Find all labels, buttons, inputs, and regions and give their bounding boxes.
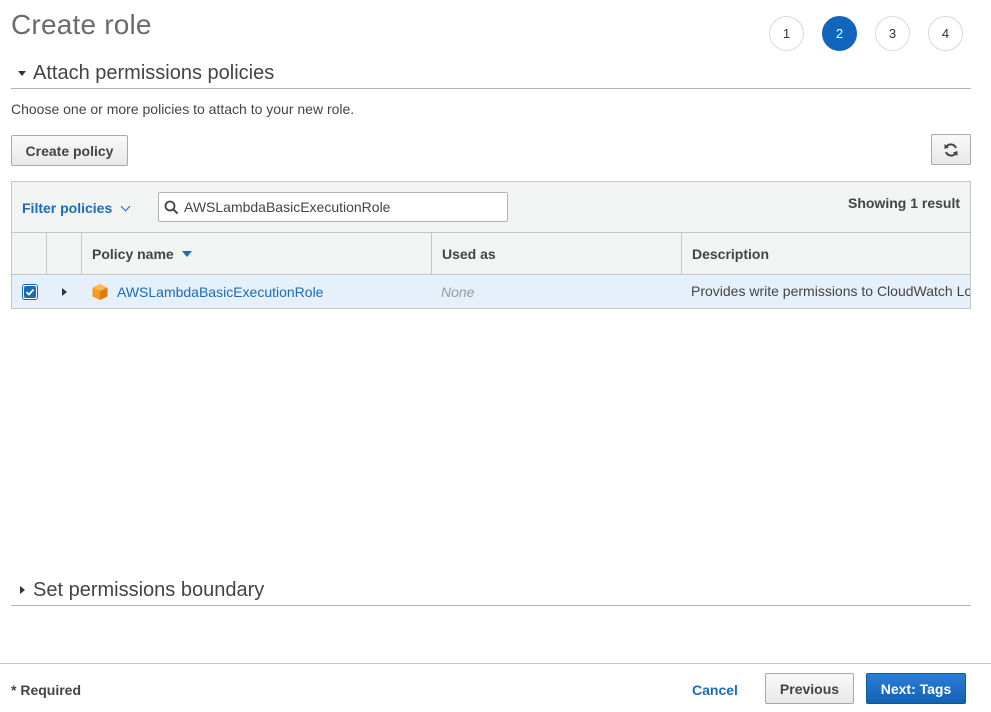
table-header: Policy name Used as Description	[12, 233, 970, 275]
wizard-steps: 1 2 3 4	[769, 16, 963, 51]
header-checkbox-cell	[12, 233, 47, 274]
column-description[interactable]: Description	[682, 233, 970, 274]
used-as-value: None	[441, 283, 475, 300]
next-tags-button[interactable]: Next: Tags	[866, 673, 966, 704]
caret-right-icon	[11, 586, 33, 594]
policies-table: Filter policies Showing 1 result Policy …	[11, 181, 971, 309]
expand-row-icon	[62, 287, 67, 296]
search-icon	[159, 200, 181, 215]
search-box[interactable]	[158, 192, 508, 222]
create-policy-button[interactable]: Create policy	[11, 135, 128, 166]
step-2-active[interactable]: 2	[822, 16, 857, 51]
row-description-cell: Provides write permissions to CloudWatch…	[682, 275, 970, 308]
step-1[interactable]: 1	[769, 16, 804, 51]
filter-policies-dropdown[interactable]: Filter policies	[22, 200, 131, 216]
permissions-boundary-header[interactable]: Set permissions boundary	[11, 575, 971, 606]
aws-managed-policy-icon	[92, 283, 108, 300]
column-policy-name[interactable]: Policy name	[82, 233, 432, 274]
wizard-footer: * Required Cancel Previous Next: Tags	[0, 663, 991, 712]
permissions-boundary-title: Set permissions boundary	[33, 578, 265, 601]
required-note: * Required	[11, 682, 82, 698]
row-policy-name-cell: AWSLambdaBasicExecutionRole	[82, 275, 432, 308]
column-policy-name-label: Policy name	[92, 245, 174, 262]
column-used-as-label: Used as	[442, 245, 496, 262]
column-used-as[interactable]: Used as	[432, 233, 682, 274]
result-count: Showing 1 result	[847, 195, 960, 211]
page-title: Create role	[11, 9, 152, 40]
refresh-button[interactable]	[931, 134, 971, 165]
step-4[interactable]: 4	[928, 16, 963, 51]
policy-description: Provides write permissions to CloudWatch…	[691, 283, 970, 299]
column-description-label: Description	[692, 245, 770, 262]
caret-down-icon	[11, 70, 33, 76]
attach-policies-header[interactable]: Attach permissions policies	[11, 58, 971, 89]
attach-description: Choose one or more policies to attach to…	[11, 101, 355, 117]
attach-policies-title: Attach permissions policies	[33, 61, 275, 84]
previous-button[interactable]: Previous	[765, 673, 854, 704]
search-input[interactable]	[181, 199, 507, 215]
row-checkbox-cell	[12, 275, 47, 308]
header-expand-cell	[47, 233, 82, 274]
row-expand-cell[interactable]	[47, 275, 82, 308]
step-3[interactable]: 3	[875, 16, 910, 51]
chevron-down-icon	[120, 201, 131, 212]
table-toolbar: Filter policies Showing 1 result	[12, 182, 970, 233]
sort-descending-icon	[181, 250, 192, 257]
row-checkbox[interactable]	[21, 283, 38, 300]
row-used-as-cell: None	[432, 275, 682, 308]
checkmark-icon	[23, 285, 36, 298]
table-row[interactable]: AWSLambdaBasicExecutionRole None Provide…	[12, 275, 970, 308]
policy-name-link[interactable]: AWSLambdaBasicExecutionRole	[117, 284, 323, 300]
filter-policies-label: Filter policies	[22, 200, 113, 216]
refresh-icon	[944, 142, 958, 157]
cancel-link[interactable]: Cancel	[692, 682, 738, 698]
